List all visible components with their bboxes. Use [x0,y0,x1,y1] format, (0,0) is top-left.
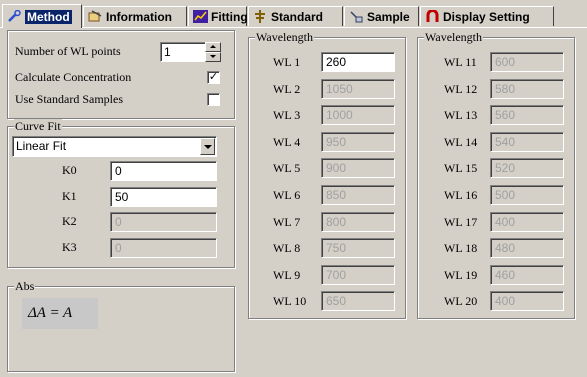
tab-standard[interactable]: Standard [248,6,343,26]
num-wl-spinner[interactable] [205,42,221,62]
tab-label: Standard [271,9,324,24]
tab-label: Fitting [211,9,248,24]
wl-input: 800 [321,211,395,232]
wl-label: WL 14 [444,134,478,149]
abs-formula: ΔA = A [22,298,98,329]
wl-input: 1050 [321,78,395,99]
wl-input: 1000 [321,105,395,126]
wl-label: WL 13 [444,108,478,123]
wl-label: WL 9 [273,267,301,282]
wl-input: 400 [490,211,564,232]
wl-label: WL 1 [273,55,301,69]
tab-information[interactable]: Information [83,6,187,26]
wl-label: WL 11 [444,55,477,69]
wl-input: 650 [321,291,395,312]
curve-fit-selected: Linear Fit [16,139,67,153]
wl-label: WL 18 [444,241,478,256]
wl-input: 700 [321,264,395,285]
wl-input: 520 [490,158,564,179]
num-wl-input[interactable]: 1 [160,42,206,62]
wl-input: 900 [321,158,395,179]
sample-icon [349,10,364,23]
method-panel: Number of WL points 1 Calculate Concentr… [0,28,587,377]
k3-input: 0 [110,238,217,258]
use-std-label: Use Standard Samples [15,92,123,106]
tab-sample[interactable]: Sample [344,6,419,26]
wl-input: 540 [490,131,564,152]
tab-display-setting[interactable]: Display Setting [420,6,554,26]
wl-label: WL 15 [444,161,478,176]
wl-input: 460 [490,264,564,285]
wl-label: WL 5 [273,161,301,176]
k2-label: K2 [62,214,77,228]
wl-label: WL 8 [273,241,301,256]
wavelength-legend: Wavelength [255,30,315,44]
wl-label: WL 7 [273,214,301,229]
wl-input: 480 [490,238,564,259]
tab-label: Display Setting [443,9,530,24]
wl-label: WL 17 [444,214,478,229]
tab-label: Sample [367,9,410,24]
wl-label: WL 12 [444,81,478,96]
k1-input[interactable]: 50 [110,187,217,207]
calc-conc-checkbox[interactable]: ✓ [207,71,220,84]
wl-input[interactable]: 260 [321,52,395,72]
checkmark-icon: ✓ [208,70,219,83]
tab-label: Method [25,9,72,24]
wl-label: WL 6 [273,188,301,202]
k0-label: K0 [62,163,77,177]
tab-divider [0,27,587,28]
wl-label: WL 16 [444,188,478,202]
k3-label: K3 [62,240,77,254]
tab-strip: Method Information Fitting Standard Samp… [0,0,587,28]
tab-method[interactable]: Method [2,4,82,28]
wl-label: WL 3 [273,108,301,123]
wl-label: WL 20 [444,294,478,309]
wl-input: 500 [490,185,564,205]
dropdown-button[interactable] [200,138,215,155]
spinner-down-button[interactable] [205,52,221,62]
wl-input: 560 [490,105,564,126]
arrow-down-icon [210,55,216,58]
arrow-up-icon [210,45,216,48]
chevron-down-icon [204,145,212,149]
wl-label: WL 4 [273,134,301,149]
k1-label: K1 [62,189,77,203]
wl-input: 400 [490,291,564,312]
wl-input: 750 [321,238,395,259]
num-wl-label: Number of WL points [15,44,121,58]
abs-legend: Abs [14,279,36,293]
wrench-icon [7,9,22,23]
wl-input: 580 [490,78,564,99]
use-std-checkbox[interactable] [207,93,220,106]
wl-input: 850 [321,185,395,205]
tab-label: Information [106,9,172,24]
curve-fit-select[interactable]: Linear Fit [12,136,217,157]
wl-input: 600 [490,52,564,72]
k2-input: 0 [110,212,217,232]
k0-input[interactable]: 0 [110,161,217,181]
magnet-icon [425,9,440,23]
calc-conc-label: Calculate Concentration [15,70,132,84]
tab-fitting[interactable]: Fitting [188,6,248,26]
wl-label: WL 19 [444,267,478,282]
spinner-up-button[interactable] [205,42,221,52]
wl-input: 950 [321,131,395,152]
information-icon [88,10,103,23]
chart-icon [193,10,208,23]
wl-label: WL 10 [273,294,307,309]
wl-label: WL 2 [273,81,301,96]
standard-icon [253,10,268,23]
curve-fit-legend: Curve Fit [14,119,62,133]
wavelength-legend: Wavelength [424,30,484,44]
